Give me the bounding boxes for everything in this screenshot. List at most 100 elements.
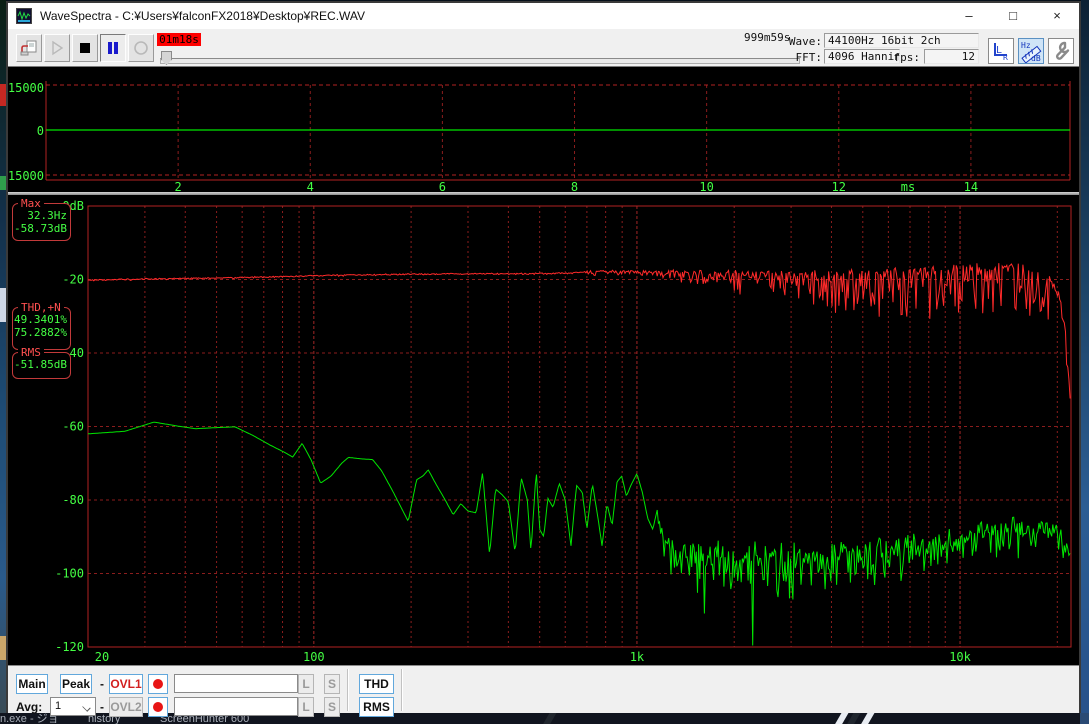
svg-text:8: 8 [571, 180, 578, 192]
record-button[interactable] [128, 34, 154, 62]
svg-text:ms: ms [901, 180, 915, 192]
rms-readout: RMS -51.85dB [12, 352, 71, 379]
ovl1-button[interactable]: OVL1 [109, 674, 143, 694]
play-button[interactable] [44, 34, 70, 62]
ovl2-color-dot-icon [153, 702, 163, 712]
svg-text:L: L [996, 45, 1002, 56]
max-frequency-value: 32.3Hz [13, 209, 67, 222]
record-icon [132, 39, 150, 57]
spectrum-plot: 0dB-20-40-60-80-100-120201001k10k [8, 195, 1079, 665]
scale-hz-db-icon: Hz dB [1019, 39, 1043, 63]
dash-label: - [98, 697, 106, 717]
svg-text:-100: -100 [55, 567, 84, 581]
wave-label: Wave: [780, 35, 822, 48]
fps-field: 12 [924, 49, 979, 64]
channel-lr-icon: L R [989, 39, 1013, 63]
taskbar-end [1080, 713, 1089, 724]
thd-value-1: 49.3401% [13, 313, 67, 326]
svg-text:-120: -120 [55, 640, 84, 654]
svg-text:-20: -20 [62, 273, 84, 287]
control-bar: Main Peak - OVL1 L S THD Avg: 1 - OVL2 L [8, 665, 1079, 713]
channel-lr-button[interactable]: L R [988, 38, 1014, 64]
maximize-button[interactable]: □ [991, 3, 1035, 29]
svg-text:-15000: -15000 [8, 169, 44, 183]
svg-text:100: 100 [303, 650, 325, 664]
svg-text:Hz: Hz [1021, 41, 1031, 50]
svg-text:6: 6 [439, 180, 446, 192]
wallpaper-mark [541, 713, 557, 724]
toolbar: 01m18s 999m59s Wave: 44100Hz 16bit 2ch F… [8, 29, 1079, 67]
play-icon [48, 39, 66, 57]
thd-value-2: 75.2882% [13, 326, 67, 339]
svg-text:1k: 1k [630, 650, 645, 664]
avg-select[interactable]: 1 [50, 697, 96, 716]
dash-label: - [98, 674, 106, 694]
wrench-icon [1049, 39, 1073, 63]
wavespectra-window: WaveSpectra - C:¥Users¥falconFX2018¥Desk… [6, 1, 1081, 713]
close-button[interactable]: × [1035, 3, 1079, 29]
max-level-value: -58.73dB [13, 222, 67, 235]
peak-button[interactable]: Peak [60, 674, 92, 694]
ovl1-color-button[interactable] [148, 674, 168, 694]
svg-text:20: 20 [95, 650, 109, 664]
rms-button[interactable]: RMS [359, 697, 394, 717]
stop-icon [76, 39, 94, 57]
stop-button[interactable] [72, 34, 98, 62]
ovl1-load-button[interactable]: L [298, 674, 314, 694]
position-slider-track[interactable] [160, 58, 800, 64]
spectrum-panel: 0dB-20-40-60-80-100-120201001k10k Max 32… [8, 195, 1079, 665]
max-readout: Max 32.3Hz -58.73dB [12, 203, 71, 241]
avg-selected-value: 1 [55, 700, 61, 712]
svg-text:R: R [1003, 53, 1008, 62]
scale-hz-db-button[interactable]: Hz dB [1018, 38, 1044, 64]
wallpaper-mark [859, 713, 875, 724]
toolbar-divider [347, 669, 349, 711]
open-file-icon [20, 39, 38, 57]
rms-readout-label: RMS [18, 346, 44, 359]
thd-button[interactable]: THD [359, 674, 394, 694]
ovl2-file-field[interactable] [174, 697, 298, 716]
minimize-button[interactable]: – [947, 3, 991, 29]
ovl2-color-button[interactable] [148, 697, 168, 717]
ovl1-color-dot-icon [153, 679, 163, 689]
svg-text:10k: 10k [949, 650, 971, 664]
fft-label: FFT: [780, 51, 822, 64]
svg-text:dB: dB [1031, 54, 1041, 63]
thd-readout: THD,+N 49.3401% 75.2882% [12, 307, 71, 350]
ovl1-save-button[interactable]: S [324, 674, 340, 694]
thd-readout-label: THD,+N [18, 301, 64, 314]
svg-text:4: 4 [307, 180, 314, 192]
svg-text:15000: 15000 [8, 81, 44, 95]
desktop: n.exe - ジョ history ScreenHunter 600 Wave… [0, 0, 1089, 724]
ovl2-save-button[interactable]: S [324, 697, 340, 717]
svg-text:2: 2 [175, 180, 182, 192]
ovl2-button[interactable]: OVL2 [109, 697, 143, 717]
fps-label: fps: [882, 51, 920, 64]
window-title: WaveSpectra - C:¥Users¥falconFX2018¥Desk… [40, 9, 365, 23]
settings-button[interactable] [1048, 38, 1074, 64]
svg-text:12: 12 [832, 180, 846, 192]
titlebar[interactable]: WaveSpectra - C:¥Users¥falconFX2018¥Desk… [8, 3, 1079, 29]
waveform-panel: 2 4 6 8 10 12 14 ms 15000 0 -15000 [8, 67, 1079, 192]
toolbar-divider [401, 669, 403, 711]
max-readout-label: Max [18, 197, 44, 210]
svg-text:-80: -80 [62, 493, 84, 507]
svg-text:10: 10 [699, 180, 713, 192]
svg-text:0: 0 [37, 124, 44, 138]
wave-info-field: 44100Hz 16bit 2ch [824, 33, 979, 48]
elapsed-time-badge: 01m18s [157, 33, 201, 46]
rms-value: -51.85dB [13, 358, 67, 371]
svg-text:14: 14 [964, 180, 978, 192]
pause-icon [104, 39, 122, 57]
waveform-plot: 2 4 6 8 10 12 14 ms 15000 0 -15000 [8, 67, 1079, 192]
ovl2-load-button[interactable]: L [298, 697, 314, 717]
taskbar-wallpaper-strip [428, 713, 1081, 724]
app-icon [16, 8, 32, 24]
chevron-down-icon [82, 703, 90, 711]
svg-text:-60: -60 [62, 420, 84, 434]
pause-button[interactable] [100, 34, 126, 62]
open-file-button[interactable] [16, 34, 42, 62]
avg-label: Avg: [16, 697, 42, 717]
main-button[interactable]: Main [16, 674, 48, 694]
ovl1-file-field[interactable] [174, 674, 298, 693]
